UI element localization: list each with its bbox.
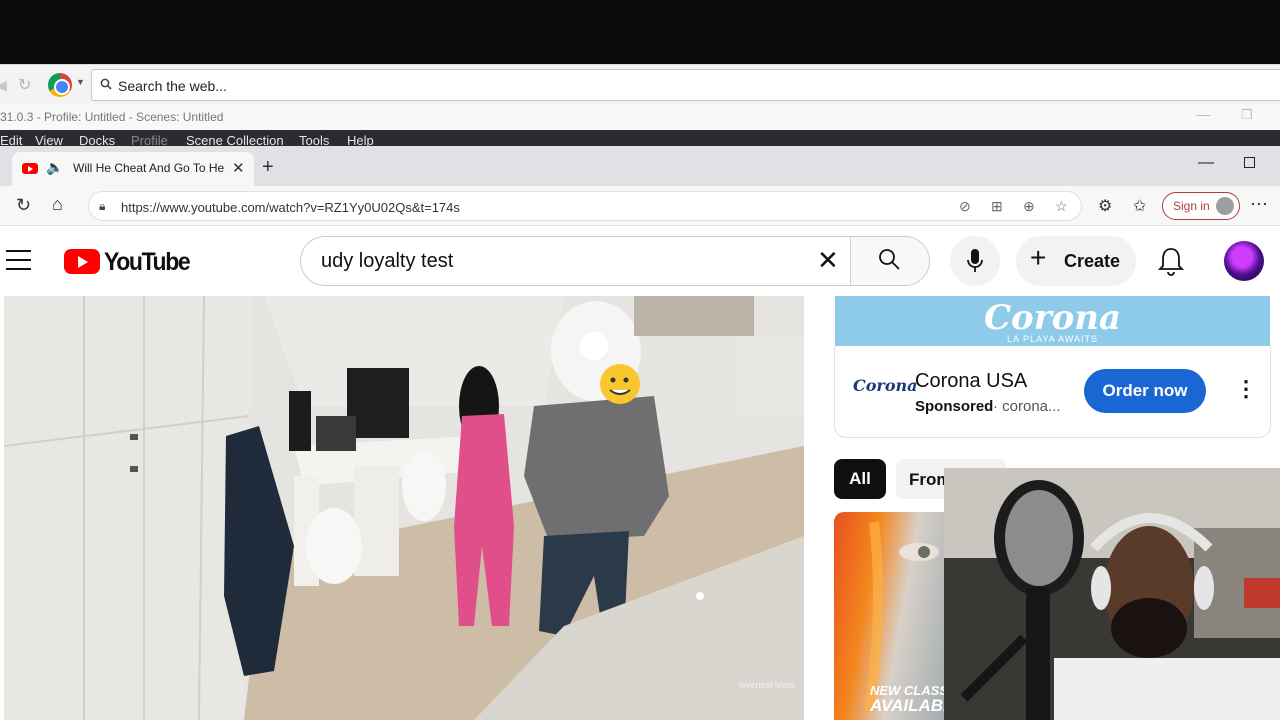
- reload-icon[interactable]: ↻: [16, 195, 31, 216]
- url-text[interactable]: https://www.youtube.com/watch?v=RZ1Yy0U0…: [121, 200, 460, 215]
- favorite-star-icon[interactable]: ☆: [1055, 198, 1068, 215]
- new-tab-icon[interactable]: +: [262, 156, 274, 179]
- youtube-search-input[interactable]: udy loyalty test ✕: [300, 236, 851, 286]
- search-icon: [879, 249, 900, 270]
- search-button[interactable]: [850, 236, 930, 286]
- plus-icon: +: [1030, 242, 1047, 273]
- ad-card[interactable]: Corona Corona USA Sponsored · corona... …: [834, 346, 1271, 438]
- order-now-button[interactable]: Order now: [1084, 369, 1206, 413]
- more-options-icon[interactable]: ⋯: [1250, 194, 1268, 215]
- ad-banner[interactable]: Corona LA PLAYA AWAITS: [835, 296, 1270, 348]
- reload-icon[interactable]: ↻: [18, 75, 31, 95]
- apps-icon[interactable]: ⊞: [991, 198, 1003, 215]
- tab-strip: 🔈 Will He Cheat And Go To Her ✕ + —: [0, 146, 1280, 186]
- favorites-icon[interactable]: ✩: [1133, 196, 1146, 216]
- minimize-icon[interactable]: —: [1198, 154, 1214, 172]
- sign-in-label: Sign in: [1173, 199, 1210, 213]
- webcam-image: [944, 468, 1280, 720]
- create-label: Create: [1064, 251, 1121, 271]
- sign-in-button[interactable]: Sign in: [1162, 192, 1240, 220]
- youtube-favicon-icon: [22, 163, 38, 174]
- maximize-icon[interactable]: [1244, 157, 1255, 168]
- corona-logo: Corona: [853, 376, 918, 395]
- advertiser-name[interactable]: Corona USA: [915, 370, 1027, 393]
- obs-window-title: 31.0.3 - Profile: Untitled - Scenes: Unt…: [0, 110, 224, 124]
- profile-avatar-icon: [1216, 197, 1234, 215]
- extensions-icon[interactable]: ⚙: [1098, 196, 1112, 216]
- voice-search-button[interactable]: [950, 236, 1000, 286]
- clear-search-icon[interactable]: ✕: [817, 247, 839, 273]
- search-icon: [100, 78, 112, 93]
- webcam-overlay: [944, 468, 1280, 720]
- notifications-bell-icon[interactable]: [1158, 246, 1184, 276]
- minimize-icon[interactable]: —: [1196, 106, 1210, 122]
- tab-title: Will He Cheat And Go To Her: [73, 161, 225, 175]
- lock-icon[interactable]: 🔒︎: [99, 199, 105, 214]
- create-button[interactable]: + Create: [1016, 236, 1136, 286]
- microphone-icon: [967, 249, 983, 272]
- ad-banner-title: Corona: [983, 298, 1122, 338]
- hamburger-menu-icon[interactable]: [6, 250, 31, 277]
- video-frame-image: lovenest lewis: [4, 296, 804, 720]
- sponsored-label: Sponsored: [915, 398, 994, 415]
- video-watermark: lovenest lewis: [739, 680, 796, 690]
- restore-icon[interactable]: ❐: [1241, 107, 1253, 123]
- address-toolbar: ↻ ⌂ 🔒︎ https://www.youtube.com/watch?v=R…: [0, 186, 1280, 226]
- account-avatar[interactable]: [1224, 241, 1264, 281]
- recommended-video-thumbnail[interactable]: NEW CLASS AVAILABL: [834, 512, 954, 720]
- obs-title-bar: 31.0.3 - Profile: Untitled - Scenes: Unt…: [0, 104, 1280, 130]
- browser-tab-active[interactable]: 🔈 Will He Cheat And Go To Her ✕: [12, 152, 254, 186]
- outer-browser-toolbar: ◀ ↻ ▼ Search the web...: [0, 64, 1280, 104]
- chrome-logo-icon[interactable]: [48, 73, 72, 97]
- youtube-logo-text[interactable]: YouTube: [104, 248, 191, 277]
- chip-all[interactable]: All: [834, 459, 886, 499]
- address-bar[interactable]: 🔒︎ https://www.youtube.com/watch?v=RZ1Yy…: [88, 191, 1082, 221]
- chevron-down-icon[interactable]: ▼: [76, 77, 85, 87]
- outer-search-input[interactable]: Search the web...: [91, 69, 1280, 101]
- youtube-logo-icon[interactable]: [64, 249, 100, 274]
- ad-domain: · corona...: [993, 398, 1061, 415]
- search-query-text[interactable]: udy loyalty test: [321, 250, 453, 273]
- top-black-area: [0, 0, 1280, 64]
- ad-banner-subtitle: LA PLAYA AWAITS: [1006, 334, 1099, 344]
- back-icon[interactable]: ◀: [0, 77, 7, 94]
- home-icon[interactable]: ⌂: [52, 194, 63, 215]
- thumbnail-text-line2: AVAILABL: [870, 696, 954, 715]
- close-icon[interactable]: ✕: [232, 159, 245, 177]
- video-player[interactable]: lovenest lewis: [4, 296, 804, 720]
- more-vert-icon[interactable]: ⋮: [1235, 376, 1257, 402]
- shield-icon[interactable]: ⊘: [959, 198, 971, 215]
- outer-search-placeholder: Search the web...: [118, 78, 227, 94]
- zoom-icon[interactable]: ⊕: [1023, 198, 1035, 215]
- speaker-icon[interactable]: 🔈: [46, 159, 63, 176]
